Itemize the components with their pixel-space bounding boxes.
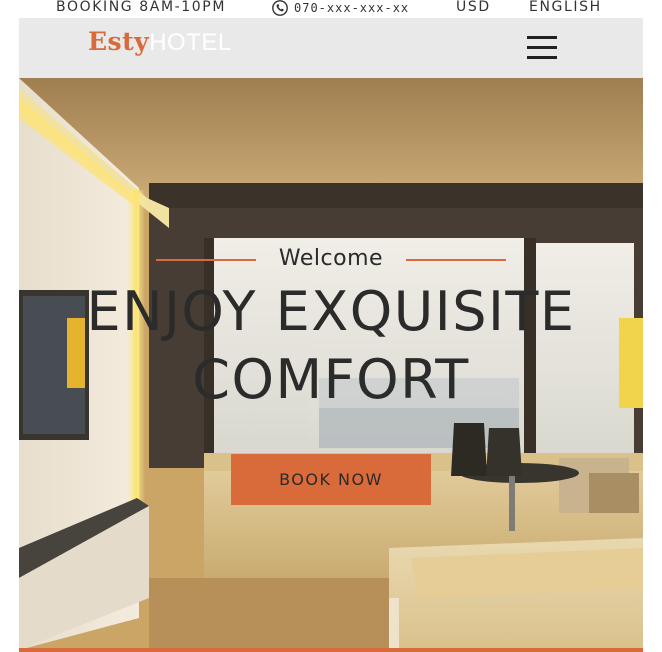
booking-hours: BOOKING 8AM-10PM — [56, 0, 227, 15]
book-now-button[interactable]: BOOK NOW — [231, 454, 431, 505]
hamburger-menu-icon[interactable] — [527, 36, 559, 60]
currency-selector[interactable]: USD — [456, 0, 491, 15]
headline-line-2: COMFORT — [192, 348, 470, 411]
phone-icon — [272, 0, 288, 16]
language-selector[interactable]: ENGLISH — [529, 0, 602, 15]
phone-number[interactable]: 070-xxx-xxx-xx — [294, 1, 409, 15]
top-info-bar: BOOKING 8AM-10PM 070-xxx-xxx-xx USD ENGL… — [0, 0, 662, 18]
logo-brand: Esty — [88, 27, 150, 56]
hero-section: Welcome ENJOY EXQUISITE COMFORT BOOK NOW — [19, 78, 643, 650]
hero-bottom-accent — [19, 648, 643, 652]
phone-contact[interactable]: 070-xxx-xxx-xx — [272, 0, 409, 16]
welcome-text: Welcome — [278, 246, 384, 271]
logo-suffix: HOTEL — [149, 29, 232, 56]
site-logo[interactable]: EstyHOTEL — [88, 27, 232, 57]
headline-line-1: ENJOY EXQUISITE — [86, 280, 576, 343]
hero-headline: ENJOY EXQUISITE COMFORT — [19, 278, 643, 414]
site-header: EstyHOTEL — [19, 18, 643, 78]
